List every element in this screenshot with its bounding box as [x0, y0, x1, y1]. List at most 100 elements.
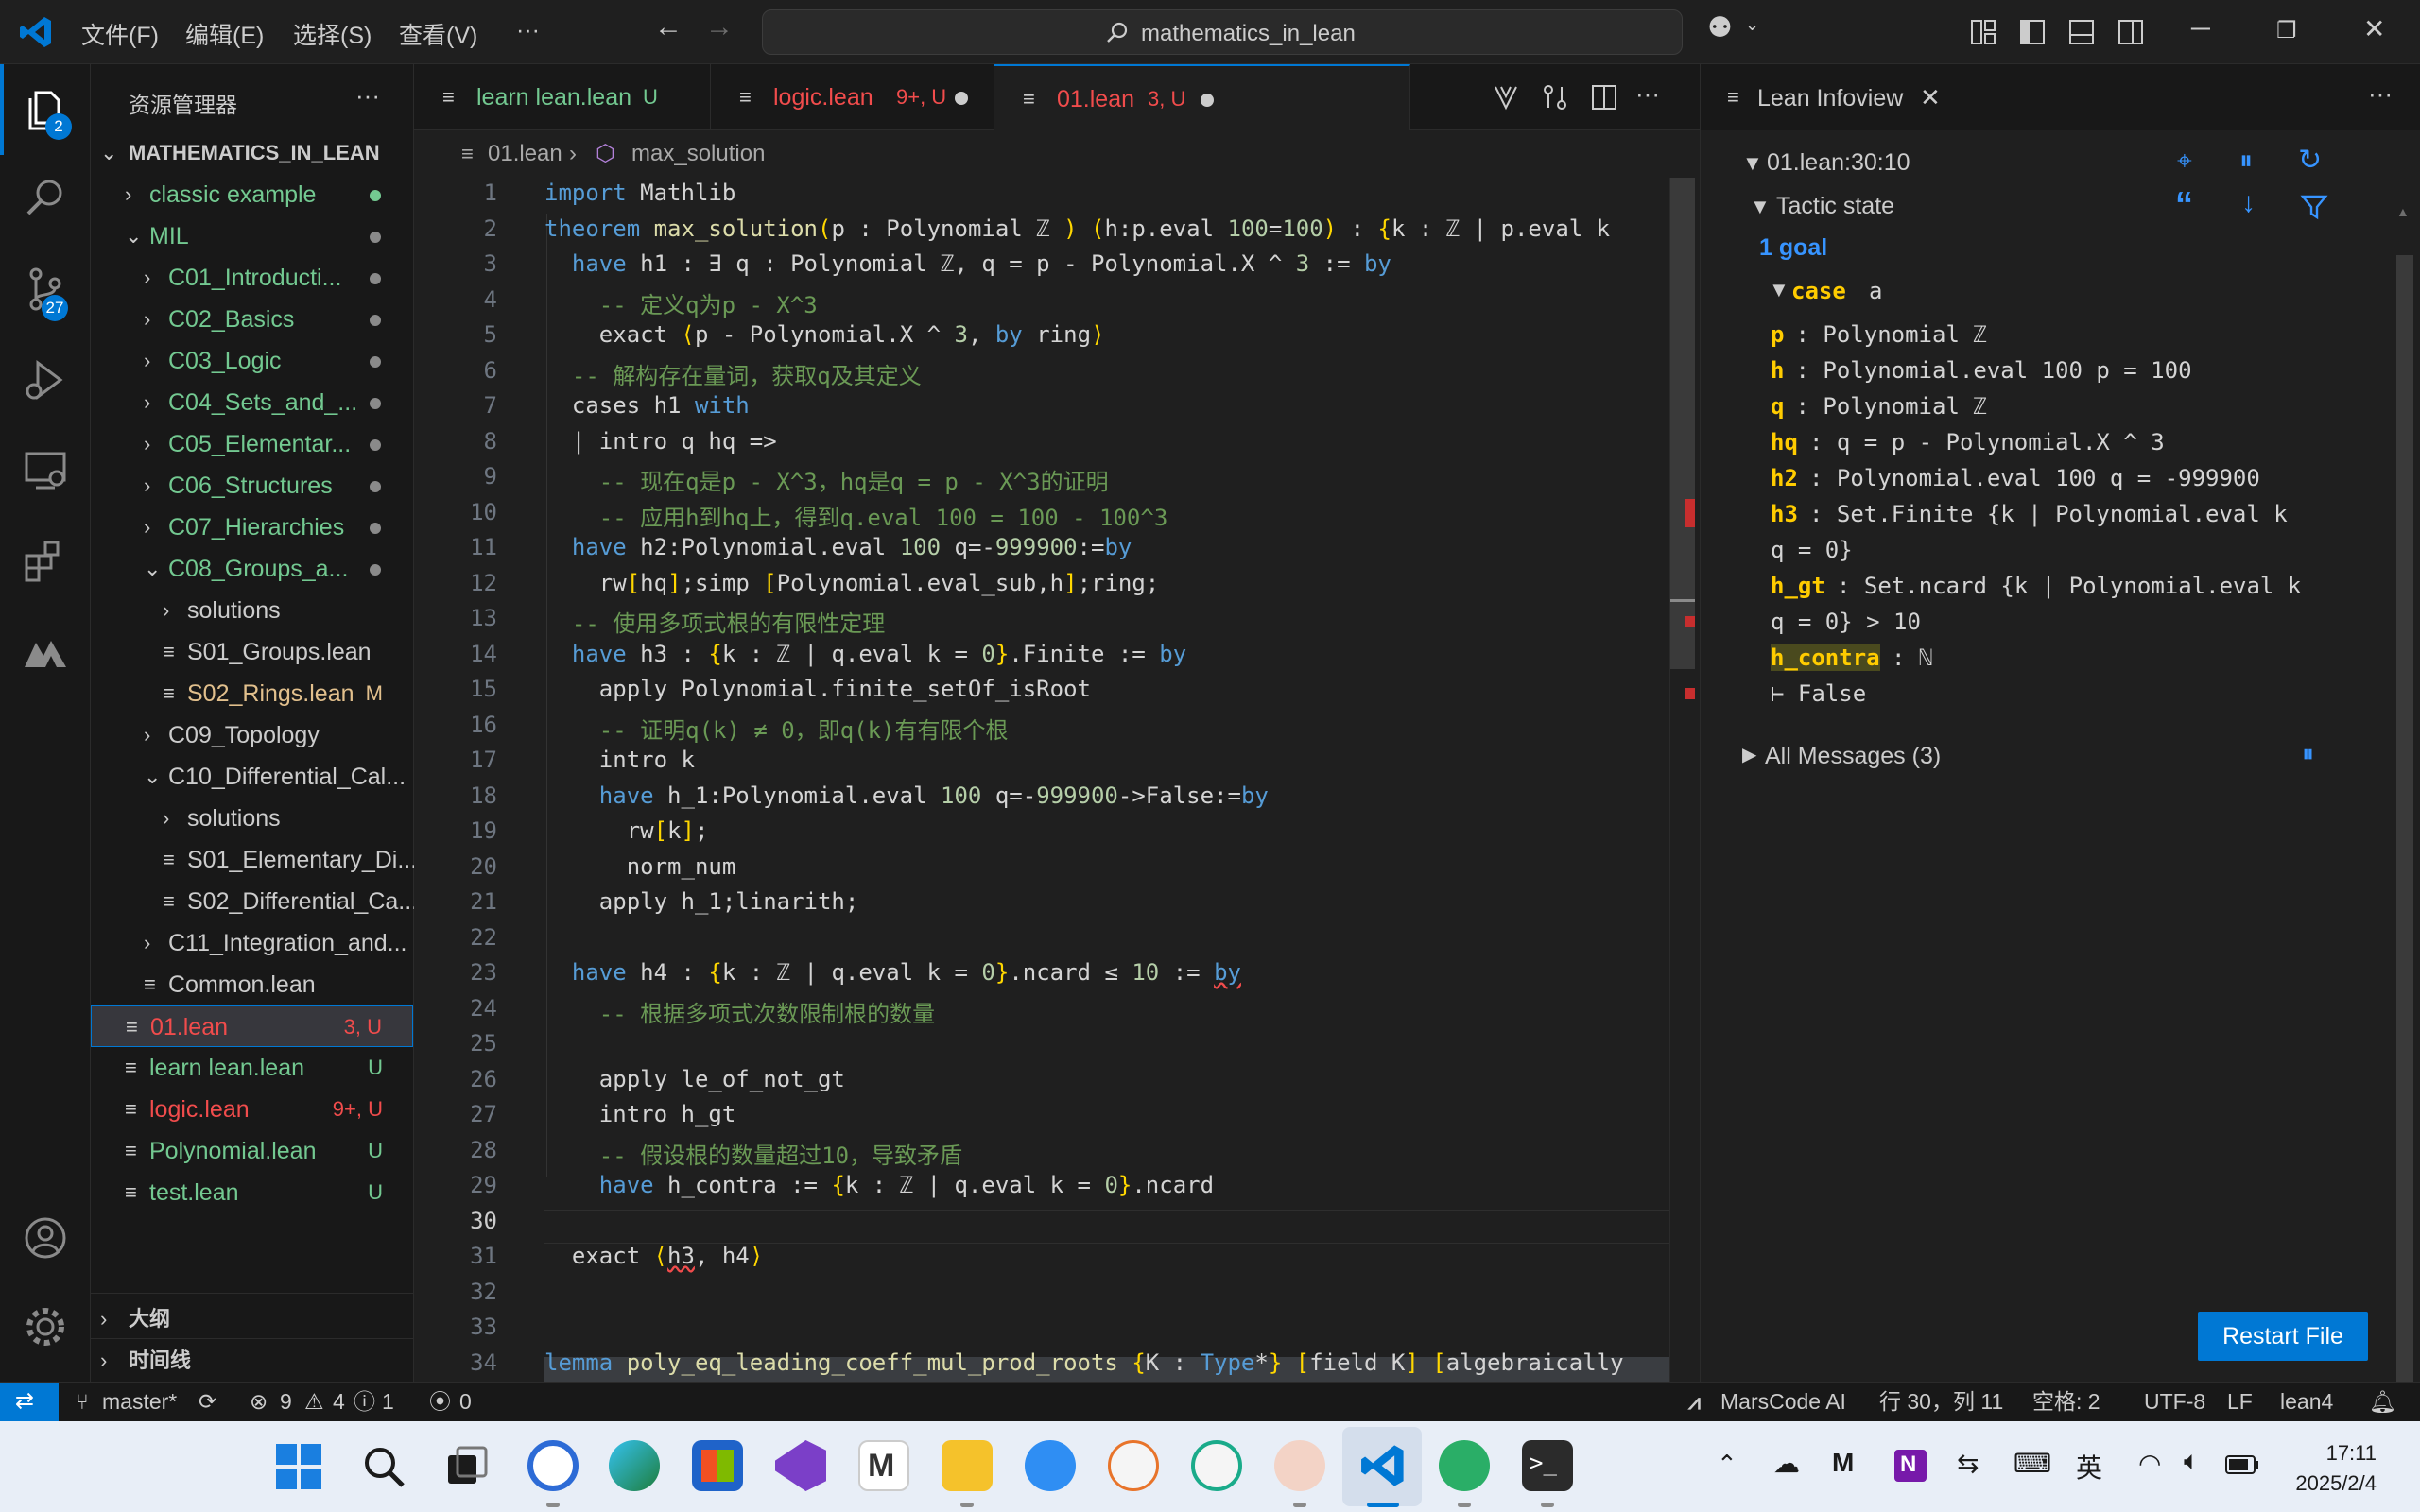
edge-icon[interactable] [609, 1440, 660, 1491]
hypothesis-type[interactable]: : Polynomial ℤ [1796, 393, 1987, 420]
wechat-icon[interactable] [1439, 1440, 1490, 1491]
error-count[interactable]: 9 [280, 1383, 292, 1420]
collapse-triangle-icon[interactable]: ▼ [1769, 278, 1789, 302]
extensions-icon[interactable] [23, 539, 68, 584]
marscode-status[interactable]: MarsCode AI [1720, 1383, 1846, 1420]
warning-count[interactable]: 4 [333, 1383, 345, 1420]
run-debug-icon[interactable] [23, 357, 68, 403]
file-explorer-icon[interactable] [942, 1440, 993, 1491]
infoview-scrollbar[interactable]: ▲ ▼ [2391, 140, 2419, 1440]
tray-overflow-icon[interactable]: ⌃ [1717, 1450, 1737, 1479]
code-line[interactable]: -- 定义q为p - X^3 [544, 286, 818, 319]
code-line[interactable]: norm_num [544, 853, 736, 880]
editor-more-icon[interactable]: ··· [1635, 79, 1660, 109]
code-line[interactable]: lemma poly_eq_leading_coeff_mul_prod_roo… [544, 1349, 1624, 1376]
back-arrow-icon[interactable]: ← [654, 11, 683, 43]
chevron-down-icon[interactable]: ⌄ [1745, 15, 1759, 35]
unsaved-dot-icon[interactable] [955, 92, 968, 105]
menu-more[interactable]: ··· [516, 17, 540, 44]
pin-icon[interactable]: ⌖ [2177, 146, 2192, 177]
tree-folder[interactable]: › C11_Integration_and... [91, 922, 413, 964]
task-view-icon[interactable] [444, 1444, 490, 1489]
tree-file[interactable]: ≡ logic.lean 9+, U [91, 1089, 413, 1130]
onenote-icon[interactable]: N [1894, 1450, 1927, 1482]
tree-folder[interactable]: › C02_Basics [91, 299, 413, 340]
code-line[interactable]: apply le_of_not_gt [544, 1066, 845, 1092]
code-line[interactable]: have h3 : {k : ℤ | q.eval k = 0}.Finite … [544, 641, 1186, 667]
code-line[interactable]: import Mathlib [544, 180, 735, 206]
unsaved-dot-icon[interactable] [1201, 94, 1214, 107]
marscode-tray-icon[interactable]: M [1832, 1448, 1854, 1478]
branch-name[interactable]: master* [102, 1383, 177, 1420]
accounts-icon[interactable] [23, 1215, 68, 1261]
editor-tab[interactable]: ≡ learn lean.lean U [414, 64, 711, 130]
hypothesis-type-continued[interactable]: q = 0} [1771, 537, 1853, 563]
wifi-icon[interactable]: ◠ [2138, 1448, 2161, 1479]
visual-studio-icon[interactable] [775, 1440, 826, 1491]
restore-icon[interactable]: ❐ [2276, 17, 2297, 44]
info-count[interactable]: 1 [382, 1383, 394, 1420]
code-line[interactable]: have h4 : {k : ℤ | q.eval k = 0}.ncard ≤… [544, 959, 1241, 986]
code-line[interactable]: cases h1 with [544, 392, 750, 419]
code-line[interactable]: | intro q hq => [544, 428, 777, 455]
code-editor[interactable]: 1 import Mathlib 2 theorem max_solution(p :… [414, 178, 1700, 1382]
tree-folder[interactable]: ⌄ C10_Differential_Cal... [91, 756, 413, 798]
tree-file[interactable]: ≡ Polynomial.lean U [91, 1130, 413, 1172]
tree-folder[interactable]: › solutions [91, 590, 413, 631]
remote-indicator[interactable]: ⇄ [0, 1383, 59, 1422]
quote-icon[interactable]: “ [2175, 185, 2193, 226]
avatar-app-icon[interactable] [1274, 1440, 1325, 1491]
search-icon[interactable] [23, 176, 68, 221]
code-line[interactable]: rw[k]; [544, 817, 709, 844]
menu-edit[interactable]: 编辑(E) [185, 17, 264, 51]
code-line[interactable]: -- 证明q(k) ≠ 0，即q(k)有有限个根 [544, 712, 1009, 745]
editor-tab[interactable]: ≡ logic.lean 9+, U [711, 64, 994, 130]
expand-triangle-icon[interactable]: ▶ [1742, 743, 1756, 766]
tree-folder[interactable]: › C09_Topology [91, 714, 413, 756]
hypothesis-name[interactable]: h [1771, 357, 1784, 384]
arrow-down-icon[interactable]: ↓ [2241, 187, 2256, 219]
code-line[interactable]: -- 根据多项式次数限制根的数量 [544, 995, 935, 1028]
hypothesis-name[interactable]: p [1771, 321, 1784, 348]
scrollbar-thumb[interactable] [1670, 178, 1695, 669]
tree-file[interactable]: ≡ S01_Elementary_Di... [91, 839, 417, 881]
customize-layout-icon[interactable] [1970, 19, 1996, 45]
editor-tab[interactable]: ≡ 01.lean 3, U [994, 64, 1410, 130]
tree-file[interactable]: ≡ Common.lean [91, 964, 413, 1005]
settings-gear-icon[interactable] [23, 1304, 68, 1349]
hypothesis-name[interactable]: h_contra [1771, 644, 1880, 671]
keyboard-icon[interactable]: ⌨ [2014, 1448, 2051, 1479]
hypothesis-name[interactable]: h3 [1771, 501, 1798, 527]
outline-section[interactable]: › 大纲 [91, 1298, 413, 1340]
sync-icon[interactable]: ⟳ [199, 1383, 216, 1420]
jupyter-icon[interactable] [1108, 1440, 1159, 1491]
settings-sliders-icon[interactable]: ⇆ [1957, 1448, 1979, 1479]
code-line[interactable]: have h1 : ∃ q : Polynomial ℤ, q = p - Po… [544, 250, 1392, 277]
tree-folder[interactable]: › C06_Structures [91, 465, 413, 507]
code-line[interactable]: apply h_1;linarith; [544, 888, 859, 915]
hypothesis-type[interactable]: : Set.ncard {k | Polynomial.eval k [1837, 573, 2301, 599]
tree-file[interactable]: ≡ S02_Differential_Ca... [91, 881, 418, 922]
hypothesis-type[interactable]: : Set.Finite {k | Polynomial.eval k [1809, 501, 2288, 527]
ports-count[interactable]: 0 [459, 1383, 472, 1420]
tree-folder[interactable]: › solutions [91, 798, 413, 839]
code-line[interactable]: rw[hq];simp [Polynomial.eval_sub,h];ring… [544, 570, 1159, 596]
code-line[interactable]: intro h_gt [544, 1101, 736, 1127]
code-line[interactable]: apply Polynomial.finite_setOf_isRoot [544, 676, 1091, 702]
code-line[interactable]: exact ⟨h3, h4⟩ [544, 1243, 763, 1269]
menu-file[interactable]: 文件(F) [81, 17, 159, 51]
language-mode[interactable]: lean4 [2280, 1383, 2333, 1420]
code-line[interactable]: intro k [544, 747, 695, 773]
hypothesis-name[interactable]: h_gt [1771, 573, 1825, 599]
minimize-icon[interactable]: ─ [2191, 13, 2210, 43]
ms-store-icon[interactable] [692, 1440, 743, 1491]
command-center-search[interactable]: mathematics_in_lean [762, 9, 1683, 55]
compare-changes-icon[interactable] [1541, 83, 1569, 112]
taskbar-search-icon[interactable] [361, 1444, 406, 1489]
code-line[interactable]: -- 解构存在量词，获取q及其定义 [544, 357, 922, 390]
menu-view[interactable]: 查看(V) [399, 17, 477, 51]
hypothesis-type[interactable]: : ℕ [1892, 644, 1932, 671]
timeline-section[interactable]: › 时间线 [91, 1340, 413, 1382]
hypothesis-type[interactable]: : q = p - Polynomial.X ^ 3 [1809, 429, 2165, 455]
workspace-root[interactable]: ⌄ MATHEMATICS_IN_LEAN [91, 132, 413, 174]
